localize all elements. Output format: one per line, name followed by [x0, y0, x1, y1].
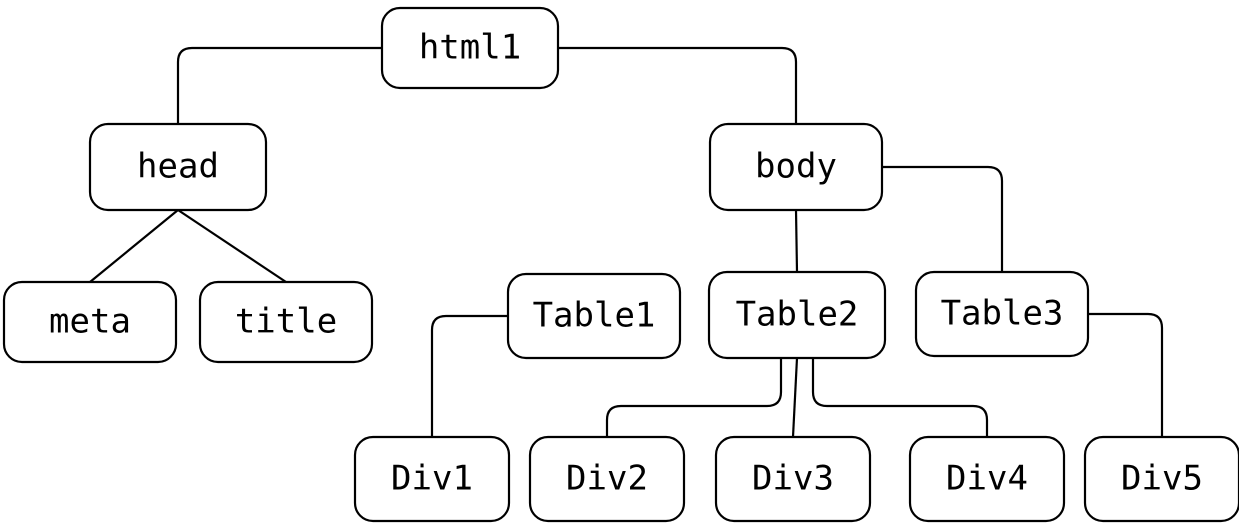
node-label-div4: Div4 — [946, 459, 1028, 499]
node-label-div3: Div3 — [752, 459, 834, 499]
node-label-table3: Table3 — [941, 294, 1064, 334]
edge-body-to-table3 — [882, 165, 1004, 272]
node-table1[interactable]: Table1 — [506, 272, 682, 360]
edge-html1-to-body — [558, 46, 798, 124]
node-label-title: title — [235, 302, 337, 342]
edge-head-to-title — [177, 209, 287, 283]
node-head[interactable]: head — [88, 122, 268, 212]
nodes-layer: html1 head body meta title Table1 Table2 Table3… — [2, 6, 1239, 523]
tree-canvas: html1 head body meta title Table1 Table2 Table3… — [2, 6, 1239, 523]
node-label-div5: Div5 — [1121, 459, 1203, 499]
node-table2[interactable]: Table2 — [707, 270, 887, 360]
dom-tree-diagram: html1 head body meta title Table1 Table2 Table3… — [0, 0, 1239, 523]
node-html1[interactable]: html1 — [380, 6, 560, 90]
node-div3[interactable]: Div3 — [714, 435, 872, 523]
node-label-table1: Table1 — [533, 296, 656, 336]
edge-table2-to-div3 — [791, 357, 799, 438]
edge-head-to-meta — [89, 209, 179, 283]
node-label-table2: Table2 — [736, 295, 859, 335]
node-table3[interactable]: Table3 — [914, 270, 1090, 358]
edge-html1-to-head — [176, 46, 382, 124]
edge-table2-to-div2 — [605, 358, 783, 437]
node-label-html1: html1 — [419, 28, 521, 68]
node-div2[interactable]: Div2 — [528, 435, 686, 523]
edge-table2-to-div4 — [811, 358, 989, 437]
edges-layer — [89, 46, 1164, 438]
node-label-div2: Div2 — [566, 459, 648, 499]
node-div4[interactable]: Div4 — [908, 435, 1066, 523]
node-div5[interactable]: Div5 — [1083, 435, 1239, 523]
node-meta[interactable]: meta — [2, 280, 178, 364]
node-label-body: body — [755, 147, 837, 187]
node-title[interactable]: title — [198, 280, 374, 364]
node-label-head: head — [137, 147, 219, 187]
node-body[interactable]: body — [708, 122, 884, 212]
edge-body-to-table2 — [794, 209, 799, 273]
node-div1[interactable]: Div1 — [353, 435, 511, 523]
node-label-meta: meta — [49, 302, 131, 342]
edge-table3-to-div5 — [1088, 312, 1164, 437]
edge-table1-to-div1 — [430, 314, 508, 437]
node-label-div1: Div1 — [391, 459, 473, 499]
